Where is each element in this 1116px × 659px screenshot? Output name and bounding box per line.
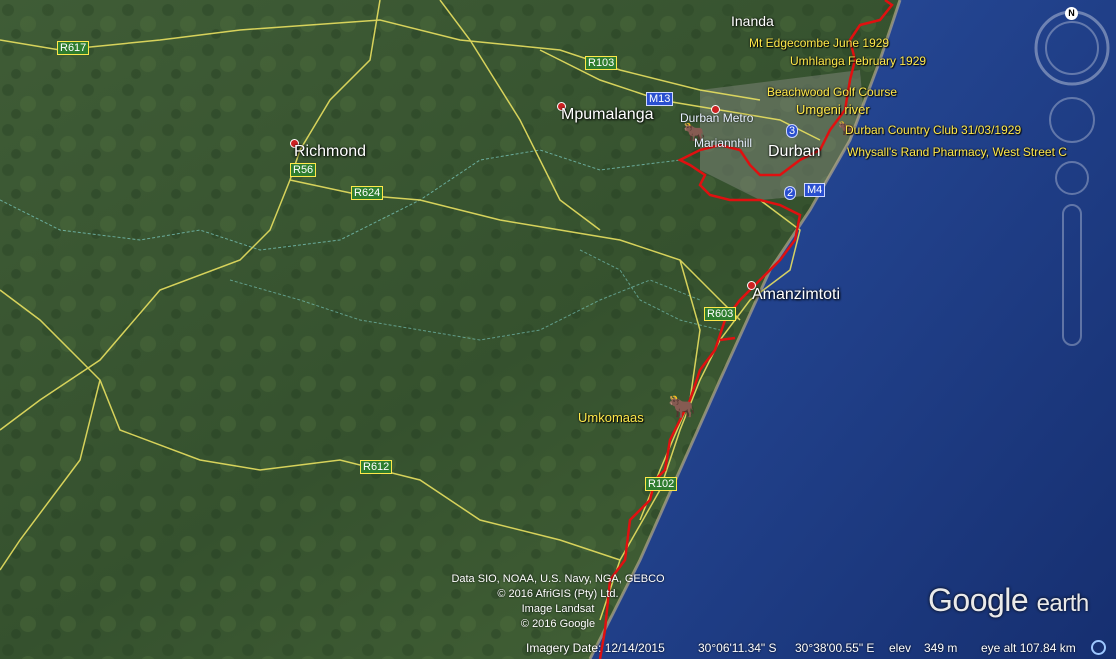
imagery-date: Imagery Date: 12/14/2015 xyxy=(526,641,665,655)
town-label-durban-metro[interactable]: Durban Metro xyxy=(680,111,753,125)
elevation-value: 349 m xyxy=(924,641,958,655)
imagery-credits: Data SIO, NOAA, U.S. Navy, NGA, GEBCO © … xyxy=(418,572,698,632)
road-shield-r102: R102 xyxy=(645,477,678,491)
logo-earth: earth xyxy=(1036,590,1090,617)
road-shield-r603: R603 xyxy=(704,307,737,321)
placemark-mt-edgecombe[interactable]: Mt Edgecombe June 1929 xyxy=(749,36,889,50)
latitude-readout: 30°06'11.34" S xyxy=(698,641,777,655)
town-label-richmond[interactable]: Richmond xyxy=(294,143,366,161)
longitude-readout: 30°38'00.55" E xyxy=(795,641,875,655)
road-shield-n2: 2 xyxy=(784,186,797,200)
town-label-umkomaas[interactable]: Umkomaas xyxy=(578,410,644,425)
credit-line: Image Landsat xyxy=(521,603,595,615)
elevation-label: elev xyxy=(889,641,912,655)
placemark-umhlanga[interactable]: Umhlanga February 1929 xyxy=(790,54,926,68)
town-label-durban[interactable]: Durban xyxy=(768,143,820,161)
credit-line: © 2016 AfriGIS (Pty) Ltd. xyxy=(497,588,619,600)
logo-google: Google xyxy=(928,582,1029,618)
placemark-durban-country-club[interactable]: Durban Country Club 31/03/1929 xyxy=(845,123,1021,137)
placemark-beachwood[interactable]: Beachwood Golf Course xyxy=(767,85,897,99)
road-shield-r624: R624 xyxy=(351,186,384,200)
credit-line: Data SIO, NOAA, U.S. Navy, NGA, GEBCO xyxy=(451,573,665,585)
road-shield-r617: R617 xyxy=(57,41,90,55)
google-earth-logo: Google earth xyxy=(928,582,1089,619)
animal-placemark-icon[interactable]: 🐂 xyxy=(668,394,695,420)
satellite-map[interactable] xyxy=(0,0,1116,659)
compass-north-label[interactable]: N xyxy=(1065,7,1078,20)
credit-line: © 2016 Google xyxy=(520,618,596,630)
road-shield-m4: M4 xyxy=(804,183,826,197)
eye-altitude: eye alt 107.84 km xyxy=(981,641,1076,655)
town-label-amanzimtoti[interactable]: Amanzimtoti xyxy=(752,286,840,304)
road-shield-m13: M13 xyxy=(646,92,674,106)
road-shield-r103: R103 xyxy=(585,56,618,70)
town-label-inanda[interactable]: Inanda xyxy=(731,13,774,29)
town-label-mariannhill[interactable]: Mariannhill xyxy=(694,136,752,150)
placemark-whysalls[interactable]: Whysall's Rand Pharmacy, West Street C xyxy=(847,145,1067,159)
road-shield-n3: 3 xyxy=(786,124,799,138)
road-shield-r612: R612 xyxy=(360,460,393,474)
placemark-umgeni-river[interactable]: Umgeni river xyxy=(796,102,870,117)
town-label-mpumalanga[interactable]: Mpumalanga xyxy=(561,106,654,124)
road-shield-r56: R56 xyxy=(290,163,317,177)
status-indicator-icon xyxy=(1091,640,1106,655)
